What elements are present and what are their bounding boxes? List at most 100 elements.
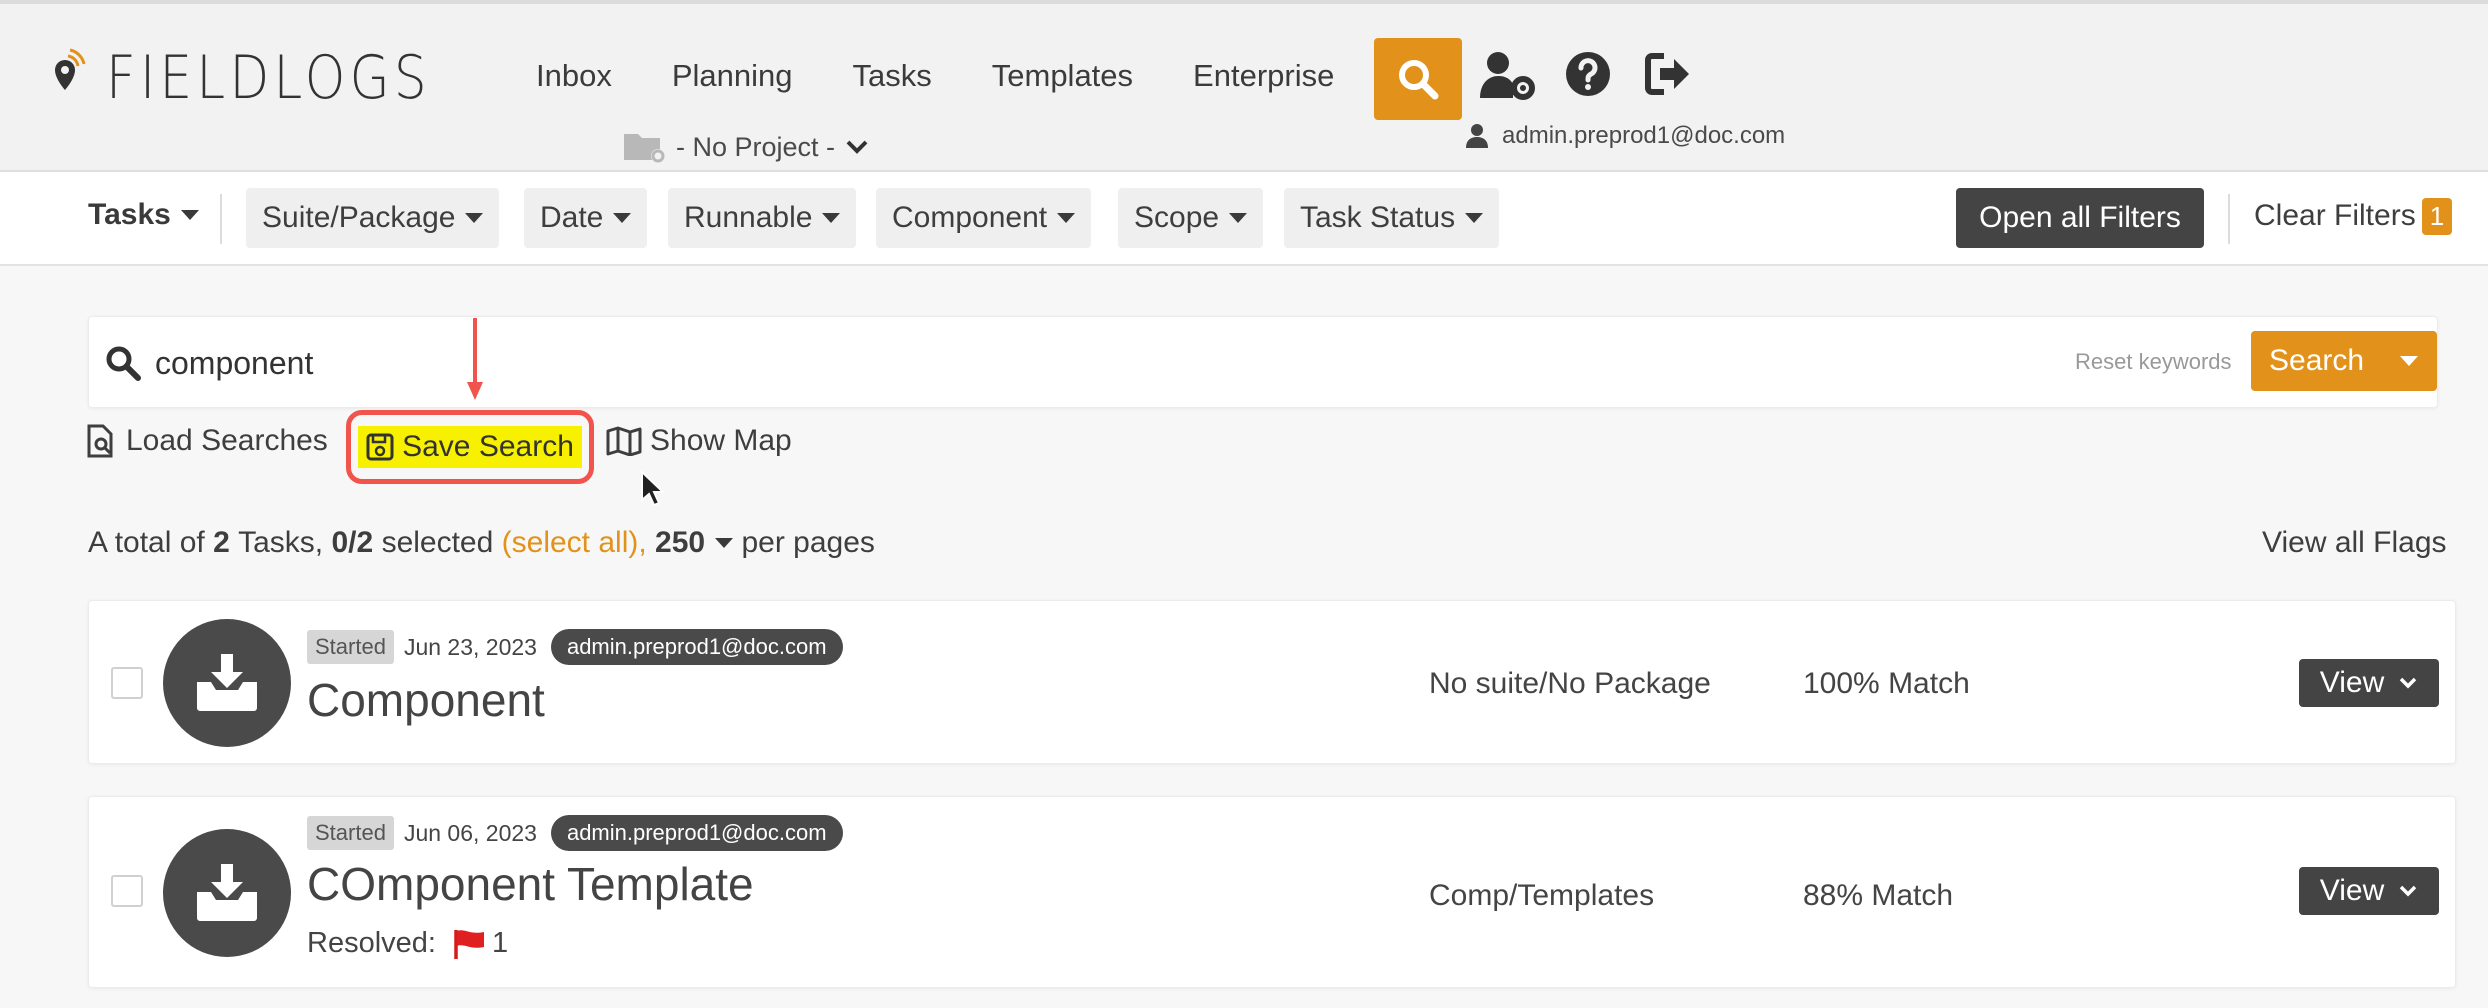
logo[interactable]: FIELDLOGS (42, 48, 484, 108)
filter-scope[interactable]: Scope (1118, 188, 1264, 248)
open-all-filters-button[interactable]: Open all Filters (1956, 188, 2204, 248)
summary-prefix: A total of (88, 526, 205, 559)
per-page-dropdown[interactable]: 250 (655, 526, 734, 560)
task-title[interactable]: COmponent Template (307, 857, 754, 911)
help-icon[interactable] (1564, 50, 1612, 98)
filter-label: Date (540, 201, 604, 234)
view-all-flags-link[interactable]: View all Flags (2262, 526, 2447, 560)
search-button-label: Search (2269, 344, 2365, 377)
nav-inbox[interactable]: Inbox (536, 58, 612, 94)
mouse-cursor-icon (641, 470, 666, 507)
owner-badge: admin.preprod1@doc.com (550, 629, 843, 665)
view-button[interactable]: View (2299, 867, 2439, 915)
tasks-dropdown[interactable]: Tasks (88, 198, 199, 232)
show-map-label: Show Map (650, 424, 792, 457)
logo-text: FIELDLOGS (106, 43, 431, 113)
owner-badge: admin.preprod1@doc.com (550, 815, 843, 851)
flag-icon (454, 929, 484, 959)
task-match: 88% Match (1803, 879, 1954, 912)
user-icon (1466, 124, 1488, 148)
view-button-label: View (2319, 874, 2385, 907)
filter-suite-package[interactable]: Suite/Package (246, 188, 500, 248)
per-page-value: 250 (655, 526, 706, 559)
main-nav: Inbox Planning Tasks Templates Enterpris… (536, 58, 1394, 94)
status-badge: Started (307, 630, 394, 664)
task-date: Jun 23, 2023 (403, 633, 537, 660)
load-searches-label: Load Searches (126, 424, 328, 457)
search-button[interactable]: Search (2251, 331, 2437, 391)
filter-label: Component (892, 201, 1048, 234)
view-button-label: View (2319, 666, 2385, 699)
logout-icon[interactable] (1644, 50, 1692, 98)
task-checkbox[interactable] (111, 667, 143, 699)
load-searches-button[interactable]: Load Searches (86, 424, 328, 458)
caret-down-icon (715, 538, 734, 548)
caret-down-icon (822, 213, 841, 223)
save-search-highlight[interactable]: Save Search (346, 410, 594, 484)
clear-filters-button[interactable]: Clear Filters 1 (2254, 198, 2453, 235)
caret-down-icon (613, 213, 632, 223)
task-meta: Started Jun 06, 2023 admin.preprod1@doc.… (307, 815, 843, 851)
filter-date[interactable]: Date (524, 188, 648, 248)
filter-component[interactable]: Component (876, 188, 1092, 248)
app-header: FIELDLOGS Inbox Planning Tasks Templates… (0, 0, 2488, 172)
caret-down-icon (1057, 213, 1076, 223)
task-title[interactable]: Component (307, 673, 545, 727)
task-meta: Started Jun 23, 2023 admin.preprod1@doc.… (307, 629, 843, 665)
task-checkbox[interactable] (111, 875, 143, 907)
current-user[interactable]: admin.preprod1@doc.com (1466, 122, 1785, 150)
task-match: 100% Match (1803, 667, 1970, 700)
reset-keywords-link[interactable]: Reset keywords (2075, 349, 2232, 375)
search-icon (1399, 60, 1439, 100)
summary-tasks-word: Tasks, (238, 526, 324, 559)
nav-enterprise[interactable]: Enterprise (1193, 58, 1334, 94)
filter-label: Runnable (684, 201, 813, 234)
filter-task-status[interactable]: Task Status (1284, 188, 1500, 248)
task-card[interactable]: Started Jun 23, 2023 admin.preprod1@doc.… (88, 600, 2456, 764)
resolved-label: Resolved: (307, 927, 436, 959)
nav-templates[interactable]: Templates (992, 58, 1133, 94)
annotation-arrow-icon (467, 318, 483, 400)
header-search-button[interactable] (1374, 38, 1462, 120)
filter-label: Suite/Package (262, 201, 456, 234)
project-label: - No Project - (676, 131, 836, 162)
keyword-search-box: Reset keywords Search (88, 316, 2438, 408)
view-button[interactable]: View (2299, 659, 2439, 707)
map-icon (606, 426, 642, 456)
resolved-flags: Resolved: 1 (307, 927, 508, 960)
task-card[interactable]: Started Jun 06, 2023 admin.preprod1@doc.… (88, 796, 2456, 988)
divider (220, 194, 222, 244)
summary-per-page-word: per pages (741, 526, 875, 559)
inbox-download-icon (197, 864, 257, 921)
folder-settings-icon (624, 134, 665, 163)
show-map-button[interactable]: Show Map (606, 424, 792, 458)
task-avatar (163, 829, 291, 957)
caret-down-icon (1465, 213, 1484, 223)
inbox-download-icon (197, 654, 257, 711)
summary-selected-word: selected (381, 526, 494, 559)
caret-down-icon (180, 210, 199, 220)
filter-label: Task Status (1300, 201, 1456, 234)
chevron-down-icon (2399, 677, 2417, 689)
search-input[interactable] (155, 339, 2055, 387)
filter-bar: Tasks Suite/Package Date Runnable Compon… (0, 172, 2488, 266)
task-suite: Comp/Templates (1429, 879, 1655, 912)
divider (2228, 194, 2230, 244)
resolved-count: 1 (491, 927, 509, 959)
user-settings-icon[interactable] (1478, 50, 1538, 102)
task-avatar (163, 619, 291, 747)
select-all-link[interactable]: (select all), (502, 526, 647, 560)
search-options-dropdown[interactable] (2381, 356, 2437, 366)
nav-planning[interactable]: Planning (672, 58, 793, 94)
project-selector[interactable]: - No Project - (622, 130, 869, 164)
caret-down-icon (2400, 356, 2418, 366)
clear-filters-label: Clear Filters (2254, 199, 2416, 233)
save-search-button[interactable]: Save Search (358, 426, 582, 468)
filter-runnable[interactable]: Runnable (668, 188, 857, 248)
tasks-dropdown-label: Tasks (88, 198, 171, 231)
nav-tasks[interactable]: Tasks (853, 58, 932, 94)
file-search-icon (87, 424, 113, 458)
user-email: admin.preprod1@doc.com (1502, 122, 1786, 149)
location-pin-icon (55, 48, 86, 90)
floppy-disk-icon (366, 433, 394, 461)
